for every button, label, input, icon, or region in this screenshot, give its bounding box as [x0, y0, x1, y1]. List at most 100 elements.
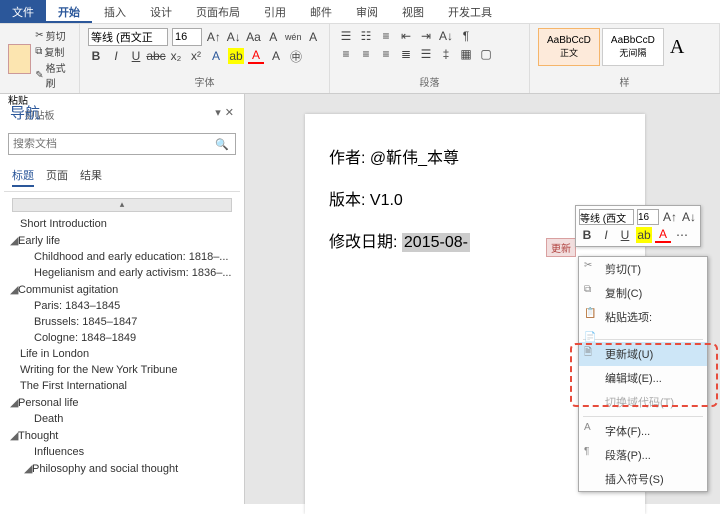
- context-menu-item[interactable]: 📄: [579, 329, 707, 337]
- font-family-select[interactable]: [88, 28, 168, 46]
- context-menu-item[interactable]: 编辑域(E)...: [579, 366, 707, 390]
- nav-item[interactable]: Hegelianism and early activism: 1836–...: [8, 265, 236, 281]
- multilevel-icon[interactable]: ≡: [378, 28, 394, 44]
- paste-icon[interactable]: [8, 44, 31, 74]
- borders-icon[interactable]: ▢: [478, 46, 494, 62]
- mini-italic-icon[interactable]: I: [598, 227, 614, 243]
- menu-tab-review[interactable]: 审阅: [344, 0, 390, 23]
- strike-icon[interactable]: abc: [148, 48, 164, 64]
- nav-item[interactable]: Life in London: [8, 346, 236, 362]
- cut-button[interactable]: ✂剪切: [35, 28, 71, 43]
- nav-item[interactable]: Short Introduction: [8, 216, 236, 232]
- context-menu-item[interactable]: 📋粘贴选项:: [579, 305, 707, 329]
- nav-item[interactable]: The First International: [8, 378, 236, 394]
- mini-grow-icon[interactable]: A↑: [662, 209, 678, 225]
- change-case-icon[interactable]: Aa: [246, 29, 262, 45]
- copy-button[interactable]: ⧉复制: [35, 44, 71, 59]
- mini-font-size[interactable]: [637, 209, 659, 225]
- nav-item[interactable]: ◢Philosophy and social thought: [8, 460, 236, 477]
- show-marks-icon[interactable]: ¶: [458, 28, 474, 44]
- mini-more-icon[interactable]: ⋯: [674, 227, 690, 243]
- justify-icon[interactable]: ≣: [398, 46, 414, 62]
- context-menu-item[interactable]: ✂剪切(T): [579, 257, 707, 281]
- grow-font-icon[interactable]: A↑: [206, 29, 222, 45]
- mini-font-family[interactable]: [579, 209, 634, 225]
- menu-tab-design[interactable]: 设计: [138, 0, 184, 23]
- ribbon-clipboard: ✂剪切 ⧉复制 ✎格式刷 粘贴 剪贴板: [0, 24, 80, 93]
- indent-left-icon[interactable]: ⇤: [398, 28, 414, 44]
- menu-tab-view[interactable]: 视图: [390, 0, 436, 23]
- align-left-icon[interactable]: ≡: [338, 46, 354, 62]
- search-box[interactable]: 🔍: [8, 133, 236, 155]
- align-center-icon[interactable]: ≡: [358, 46, 374, 62]
- date-field[interactable]: 2015-08-: [402, 233, 470, 252]
- superscript-icon[interactable]: x²: [188, 48, 204, 64]
- nav-tab-results[interactable]: 结果: [80, 165, 102, 187]
- bullets-icon[interactable]: ☰: [338, 28, 354, 44]
- mini-underline-icon[interactable]: U: [617, 227, 633, 243]
- nav-tab-pages[interactable]: 页面: [46, 165, 68, 187]
- context-menu-item[interactable]: 🗎更新域(U): [579, 342, 707, 366]
- phonetic-icon[interactable]: wén: [285, 29, 301, 45]
- context-menu-item[interactable]: ¶段落(P)...: [579, 443, 707, 467]
- nav-dropdown-icon[interactable]: ▾: [215, 106, 221, 119]
- collapse-all-button[interactable]: ▴: [12, 198, 232, 212]
- menu-tab-insert[interactable]: 插入: [92, 0, 138, 23]
- nav-item[interactable]: Writing for the New York Tribune: [8, 362, 236, 378]
- style-normal[interactable]: AaBbCcD 正文: [538, 28, 600, 66]
- nav-item[interactable]: Brussels: 1845–1847: [8, 314, 236, 330]
- style-heading1[interactable]: A: [666, 32, 688, 63]
- font-color-icon[interactable]: A: [248, 48, 264, 64]
- context-menu-item[interactable]: ⧉复制(C): [579, 281, 707, 305]
- distribute-icon[interactable]: ☰: [418, 46, 434, 62]
- nav-tab-headings[interactable]: 标题: [12, 165, 34, 187]
- indent-right-icon[interactable]: ⇥: [418, 28, 434, 44]
- align-right-icon[interactable]: ≡: [378, 46, 394, 62]
- update-tag[interactable]: 更新: [546, 238, 576, 257]
- mini-font-color-icon[interactable]: A: [655, 227, 671, 243]
- context-menu-item[interactable]: A字体(F)...: [579, 419, 707, 443]
- text-effects-icon[interactable]: A: [208, 48, 224, 64]
- nav-item[interactable]: ◢Thought: [8, 427, 236, 444]
- font-size-select[interactable]: [172, 28, 202, 46]
- nav-item[interactable]: Paris: 1843–1845: [8, 298, 236, 314]
- italic-icon[interactable]: I: [108, 48, 124, 64]
- nav-item[interactable]: ◢Communist agitation: [8, 281, 236, 298]
- subscript-icon[interactable]: x₂: [168, 48, 184, 64]
- menu-tab-layout[interactable]: 页面布局: [184, 0, 252, 23]
- numbering-icon[interactable]: ☷: [358, 28, 374, 44]
- nav-item[interactable]: Influences: [8, 444, 236, 460]
- enclose-char-icon[interactable]: ㊥: [288, 48, 304, 64]
- nav-item[interactable]: Death: [8, 411, 236, 427]
- mini-bold-icon[interactable]: B: [579, 227, 595, 243]
- bold-icon[interactable]: B: [88, 48, 104, 64]
- menu-tab-mailings[interactable]: 邮件: [298, 0, 344, 23]
- style-no-spacing[interactable]: AaBbCcD 无间隔: [602, 28, 664, 66]
- search-input[interactable]: [9, 138, 209, 150]
- menu-tab-references[interactable]: 引用: [252, 0, 298, 23]
- char-shading-icon[interactable]: A: [268, 48, 284, 64]
- nav-item[interactable]: Childhood and early education: 1818–...: [8, 249, 236, 265]
- style-preview: AaBbCcD: [547, 35, 591, 46]
- menu-tab-developer[interactable]: 开发工具: [436, 0, 504, 23]
- format-painter-button[interactable]: ✎格式刷: [35, 60, 71, 90]
- menu-item-icon: ⧉: [584, 284, 598, 298]
- context-menu-item[interactable]: 插入符号(S): [579, 467, 707, 491]
- line-spacing-icon[interactable]: ‡: [438, 46, 454, 62]
- clear-format-icon[interactable]: A: [265, 29, 281, 45]
- underline-icon[interactable]: U: [128, 48, 144, 64]
- nav-item[interactable]: Cologne: 1848–1849: [8, 330, 236, 346]
- highlight-icon[interactable]: ab: [228, 48, 244, 64]
- shrink-font-icon[interactable]: A↓: [226, 29, 242, 45]
- nav-item[interactable]: ◢Early life: [8, 232, 236, 249]
- nav-close-icon[interactable]: ✕: [225, 106, 234, 119]
- file-tab[interactable]: 文件: [0, 0, 46, 23]
- shading-icon[interactable]: ▦: [458, 46, 474, 62]
- char-border-icon[interactable]: A: [305, 29, 321, 45]
- menu-tab-home[interactable]: 开始: [46, 0, 92, 23]
- sort-icon[interactable]: A↓: [438, 28, 454, 44]
- nav-item[interactable]: ◢Personal life: [8, 394, 236, 411]
- search-icon[interactable]: 🔍: [209, 138, 235, 151]
- mini-shrink-icon[interactable]: A↓: [681, 209, 697, 225]
- mini-highlight-icon[interactable]: ab: [636, 227, 652, 243]
